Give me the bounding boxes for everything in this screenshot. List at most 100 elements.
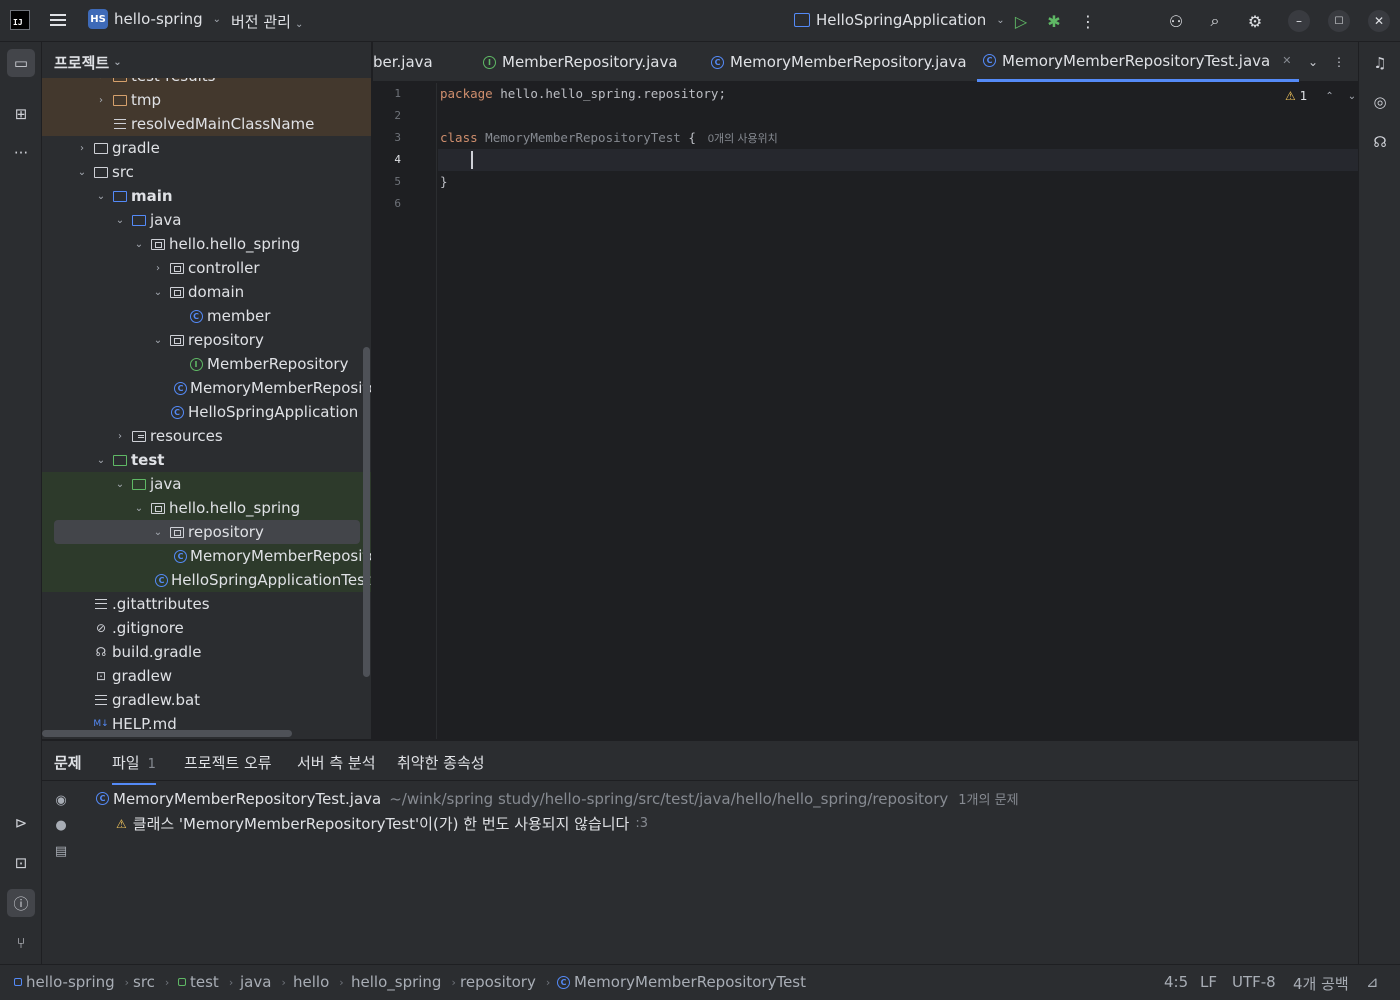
chevron-down-icon[interactable]: ⌄ [151, 335, 165, 346]
usages-inlay-hint[interactable]: 0개의 사용위치 [708, 133, 778, 145]
tree-item[interactable]: ⌄ test [42, 448, 371, 472]
code-with-me-icon[interactable]: ⚇ [1165, 10, 1187, 32]
tree-item[interactable]: resolvedMainClassName [42, 112, 371, 136]
vertical-scrollbar[interactable] [363, 347, 370, 677]
tree-item[interactable]: ⌄ domain [42, 280, 371, 304]
breadcrumb-item[interactable]: repository › [460, 973, 550, 991]
tree-item[interactable]: ⌄ java [42, 472, 371, 496]
tree-item[interactable]: C HelloSpringApplication [42, 400, 371, 424]
editor-tab[interactable]: ber.java [373, 42, 441, 82]
tree-item[interactable]: ⌄ main [42, 184, 371, 208]
tree-item[interactable]: › controller [42, 256, 371, 280]
tree-item[interactable]: › resources [42, 424, 371, 448]
tree-item[interactable]: › gradle [42, 136, 371, 160]
breadcrumb-item[interactable]: hello › [293, 973, 344, 991]
problems-tab[interactable]: 서버 측 분석 [297, 752, 376, 773]
git-branch-icon[interactable]: ⑂ [7, 929, 35, 957]
problems-tab[interactable]: 프로젝트 오류 [184, 752, 272, 773]
tree-item[interactable]: ☊ build.gradle [42, 640, 371, 664]
tree-item[interactable]: C HelloSpringApplicationTests [42, 568, 371, 592]
main-menu-button[interactable] [50, 11, 70, 31]
breadcrumb-item[interactable]: C MemoryMemberRepositoryTest [557, 973, 806, 991]
project-folder-icon[interactable]: ▭ [7, 49, 35, 77]
gradle-elephant-icon[interactable]: ☊ [1367, 129, 1393, 155]
tree-item[interactable]: ⌄ src [42, 160, 371, 184]
chevron-down-icon[interactable]: ⌄ [75, 167, 89, 178]
tree-item[interactable]: ⊘ .gitignore [42, 616, 371, 640]
ai-assistant-icon[interactable]: ◎ [1367, 89, 1393, 115]
line-separator[interactable]: LF [1200, 973, 1217, 991]
settings-gear-icon[interactable]: ⚙ [1244, 10, 1266, 32]
chevron-down-icon[interactable]: ⌄ [94, 191, 108, 202]
minimize-window-button[interactable]: – [1288, 10, 1310, 32]
problem-file-row[interactable]: C MemoryMemberRepositoryTest.java ~/wink… [96, 789, 1019, 808]
vcs-menu[interactable]: 버전 관리 ⌄ [231, 11, 303, 32]
breadcrumb-item[interactable]: src › [133, 973, 169, 991]
chevron-down-icon[interactable]: ⌄ [94, 455, 108, 466]
tree-item[interactable]: CMemoryMemberRepository [42, 376, 371, 400]
close-tab-icon[interactable]: ✕ [1282, 54, 1291, 67]
search-icon[interactable]: ⌕ [1204, 10, 1226, 32]
tree-item[interactable]: CMemoryMemberRepositoryTest [42, 544, 371, 568]
close-window-button[interactable]: ✕ [1368, 10, 1390, 32]
tree-item[interactable]: I MemberRepository [42, 352, 371, 376]
chevron-down-icon[interactable]: ⌄ [151, 527, 165, 538]
preview-icon[interactable]: ▤ [52, 842, 70, 860]
tree-item[interactable]: ⌄ java [42, 208, 371, 232]
problem-issue-row[interactable]: ⚠ 클래스 'MemoryMemberRepositoryTest'이(가) 한… [116, 813, 648, 834]
more-tools-icon[interactable]: ··· [7, 139, 35, 167]
eye-icon[interactable]: ◉ [52, 791, 70, 809]
structure-icon[interactable]: ⊞ [7, 100, 35, 128]
tree-item[interactable]: .gitattributes [42, 592, 371, 616]
terminal-icon[interactable]: ⊡ [7, 849, 35, 877]
horizontal-scrollbar[interactable] [42, 730, 292, 737]
services-icon[interactable]: ⊳ [7, 809, 35, 837]
next-problem-icon[interactable]: ⌄ [1348, 91, 1356, 102]
intellij-logo-icon[interactable]: IJ [10, 10, 30, 30]
problems-tab[interactable]: 취약한 종속성 [397, 752, 485, 773]
chevron-right-icon[interactable]: › [75, 143, 89, 154]
indent-setting[interactable]: 4개 공백 [1293, 973, 1349, 994]
chevron-down-icon[interactable]: ⌄ [132, 239, 146, 250]
chevron-right-icon[interactable]: › [113, 431, 127, 442]
tree-item[interactable]: ⌄ hello.hello_spring [42, 496, 371, 520]
code-editor[interactable]: 1 2 3 4 5 6 package hello.hello_spring.reposi… [373, 83, 1358, 739]
tree-item[interactable]: gradlew.bat [42, 688, 371, 712]
more-actions-icon[interactable]: ⋮ [1077, 10, 1099, 32]
tree-item[interactable]: Cmember [42, 304, 371, 328]
tree-item[interactable]: › test-results [42, 78, 371, 88]
lightbulb-icon[interactable]: ● [52, 816, 70, 834]
notifications-bell-icon[interactable]: ♫ [1367, 50, 1393, 76]
problems-tab[interactable]: 파일 1 [112, 752, 156, 785]
editor-tab[interactable]: I MemberRepository.java [477, 42, 686, 82]
file-encoding[interactable]: UTF-8 [1232, 973, 1276, 991]
tree-item[interactable]: ⌄ repository [42, 520, 371, 544]
tab-more-icon[interactable]: ⋮ [1329, 52, 1349, 72]
problems-tab[interactable]: 문제 [54, 752, 82, 773]
project-panel-header[interactable]: 프로젝트 ⌄ [42, 42, 371, 82]
tree-item[interactable]: ⌄ repository [42, 328, 371, 352]
run-icon[interactable]: ▷ [1010, 10, 1032, 32]
chevron-down-icon[interactable]: ⌄ [113, 215, 127, 226]
chevron-right-icon[interactable]: › [151, 263, 165, 274]
chevron-down-icon[interactable]: ⌄ [113, 479, 127, 490]
chevron-down-icon[interactable]: ⌄ [151, 287, 165, 298]
chevron-right-icon[interactable]: › [94, 78, 108, 82]
chevron-down-icon[interactable]: ⌄ [132, 503, 146, 514]
tree-item[interactable]: › tmp [42, 88, 371, 112]
breadcrumb-item[interactable]: test › [178, 973, 233, 991]
editor-tab[interactable]: C MemoryMemberRepositoryTest.java ✕ [977, 42, 1300, 82]
caret-position[interactable]: 4:5 [1164, 973, 1188, 991]
project-switcher[interactable]: HS hello-spring ⌄ [88, 9, 221, 29]
tree-item[interactable]: ⌄ hello.hello_spring [42, 232, 371, 256]
breadcrumb-item[interactable]: java › [240, 973, 286, 991]
breadcrumb-item[interactable]: hello_spring › [351, 973, 456, 991]
maximize-window-button[interactable]: ☐ [1328, 10, 1350, 32]
tree-item[interactable]: ⊡ gradlew [42, 664, 371, 688]
inspection-widget[interactable]: ⚠ 1 ⌃ ⌄ [1285, 89, 1356, 103]
read-only-lock-icon[interactable]: ⊿ [1366, 973, 1379, 991]
run-configuration-selector[interactable]: HelloSpringApplication ⌄ [794, 11, 1005, 29]
debug-icon[interactable]: ✱ [1043, 10, 1065, 32]
editor-tab[interactable]: C MemoryMemberRepository.java [705, 42, 975, 82]
chevron-right-icon[interactable]: › [94, 95, 108, 106]
